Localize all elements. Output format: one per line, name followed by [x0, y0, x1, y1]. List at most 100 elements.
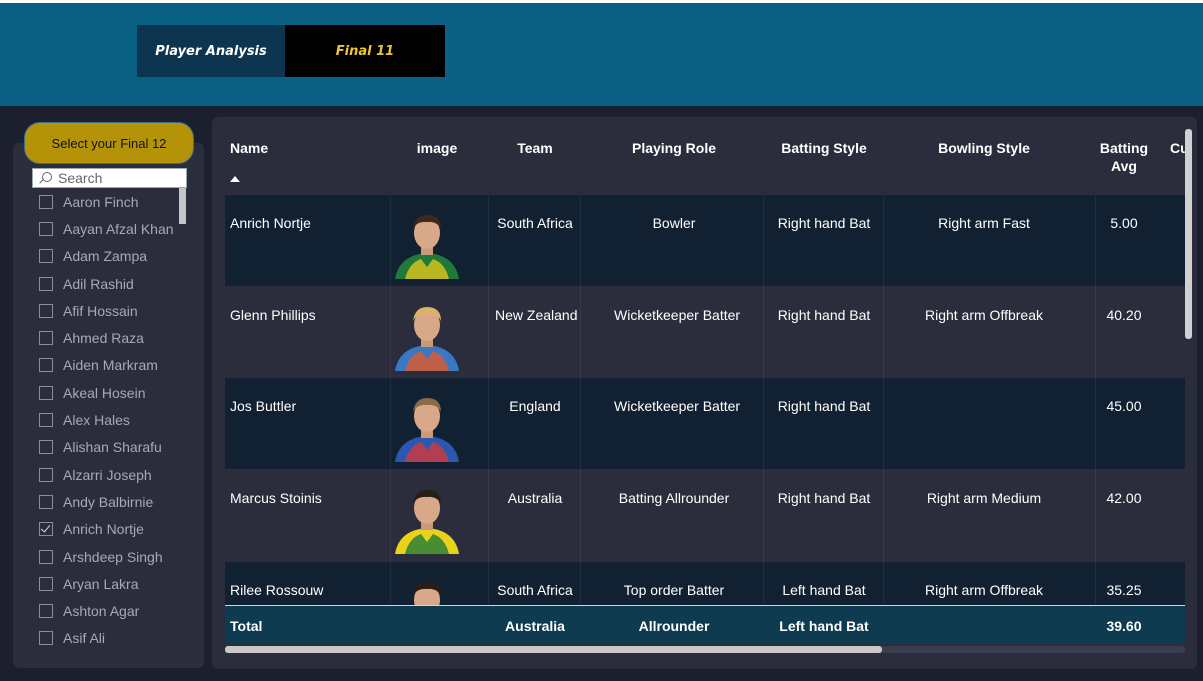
cell-role: Bowler: [652, 215, 696, 231]
column-divider: [488, 561, 489, 605]
table-row[interactable]: Anrich Nortje South Africa Bowler Right han…: [225, 195, 1185, 286]
checkbox[interactable]: [39, 413, 53, 428]
slicer-item-label: Andy Balbirnie: [63, 493, 154, 510]
slicer-item[interactable]: Aayan Afzal Khan: [39, 215, 181, 242]
slicer-item-label: Ahmed Raza: [63, 330, 144, 347]
search-input[interactable]: Search: [32, 168, 187, 188]
header-batting-style[interactable]: Batting Style: [764, 139, 884, 157]
checkbox[interactable]: [39, 467, 53, 482]
slicer-item[interactable]: Adam Zampa: [39, 243, 181, 270]
tab-player-analysis[interactable]: Player Analysis: [137, 25, 285, 77]
column-divider: [580, 561, 581, 605]
player-photo: [395, 306, 459, 371]
cell-batting-avg: 35.25: [1106, 581, 1142, 598]
slicer-item-label: Afif Hossain: [63, 302, 138, 319]
slicer-title: Select your Final 12: [24, 122, 194, 164]
cell-batting-style: Left hand Bat: [782, 581, 866, 598]
total-role: Allrounder: [638, 618, 710, 634]
header-playing-role[interactable]: Playing Role: [614, 139, 734, 157]
slicer-item-label: Aaron Finch: [63, 193, 139, 210]
slicer-item[interactable]: Akeal Hosein: [39, 379, 181, 406]
vertical-scrollbar[interactable]: [1185, 129, 1192, 339]
header-batting-avg[interactable]: Batting Avg: [1084, 139, 1164, 175]
slicer-item[interactable]: Ahmed Raza: [39, 324, 181, 351]
cell-team: New Zealand: [495, 306, 578, 323]
total-batting-style: Left hand Bat: [779, 618, 869, 634]
header-batting-avg-line2: Avg: [1111, 158, 1137, 174]
slicer-item[interactable]: Asif Ali: [39, 625, 181, 652]
slicer-item[interactable]: Andy Balbirnie: [39, 488, 181, 515]
checkbox[interactable]: [39, 303, 53, 318]
table-row[interactable]: Marcus Stoinis Australia Batting Allrounde…: [225, 470, 1185, 562]
slicer-item[interactable]: Aryan Lakra: [39, 570, 181, 597]
slicer-item[interactable]: Alzarri Joseph: [39, 461, 181, 488]
checked-checkbox[interactable]: [39, 522, 53, 537]
table-row[interactable]: Glenn Phillips New Zealand Wicketkeeper Ba…: [225, 286, 1185, 378]
column-divider: [763, 378, 764, 470]
slicer-item[interactable]: Adil Rashid: [39, 270, 181, 297]
column-divider: [883, 286, 884, 378]
slicer-item[interactable]: Anrich Nortje: [39, 516, 181, 543]
cell-role: Batting Allrounder: [618, 490, 730, 507]
checkbox[interactable]: [39, 549, 53, 564]
cell-batting-style: Right hand Bat: [777, 306, 871, 323]
slicer-item[interactable]: Ashton Agar: [39, 597, 181, 624]
search-placeholder: Search: [58, 170, 103, 186]
slicer-scrollbar[interactable]: [179, 188, 186, 224]
checkbox[interactable]: [39, 494, 53, 509]
column-divider: [488, 470, 489, 562]
column-divider: [488, 195, 489, 286]
slicer-item[interactable]: Aaron Finch: [39, 188, 181, 215]
checkbox[interactable]: [39, 440, 53, 455]
cell-bowling-style: Right arm Medium: [926, 490, 1042, 507]
column-divider: [1095, 378, 1096, 470]
cell-role: Wicketkeeper Batter: [614, 398, 741, 415]
header-team[interactable]: Team: [495, 139, 575, 157]
total-batting-avg: 39.60: [1106, 618, 1142, 634]
player-photo: [413, 581, 441, 605]
slicer-item[interactable]: Alex Hales: [39, 406, 181, 433]
cell-role: Wicketkeeper Batter: [614, 306, 741, 323]
slicer-item-label: Adil Rashid: [63, 275, 134, 292]
horizontal-scrollbar[interactable]: [225, 646, 882, 653]
slicer-item[interactable]: Afif Hossain: [39, 297, 181, 324]
checkbox[interactable]: [39, 358, 53, 373]
checkbox[interactable]: [39, 631, 53, 646]
slicer-item-label: Alishan Sharafu: [63, 439, 162, 456]
checkbox[interactable]: [39, 604, 53, 619]
checkbox[interactable]: [39, 194, 53, 209]
checkbox[interactable]: [39, 576, 53, 591]
header-name[interactable]: Name: [230, 139, 268, 157]
column-divider: [763, 470, 764, 562]
slicer-list: Aaron Finch Aayan Afzal Khan Adam Zampa Adi…: [39, 188, 181, 652]
table-body: Name image Team Playing Role Batting Sty…: [212, 117, 1197, 605]
cell-batting-avg: 5.00: [1110, 215, 1138, 231]
cell-role: Top order Batter: [623, 581, 725, 598]
checkbox[interactable]: [39, 331, 53, 346]
column-divider: [1095, 470, 1096, 562]
player-photo: [395, 490, 459, 555]
slicer-item-label: Arshdeep Singh: [63, 548, 163, 565]
table-row[interactable]: Rilee Rossouw South Africa Top order Batte…: [225, 561, 1185, 605]
slicer-item-label: Anrich Nortje: [63, 521, 144, 538]
checkbox[interactable]: [39, 276, 53, 291]
table-row[interactable]: Jos Buttler England Wicketkeeper Batter Rig…: [225, 378, 1185, 470]
slicer-item-label: Aayan Afzal Khan: [63, 220, 174, 237]
cell-bowling-style: Right arm Offbreak: [924, 306, 1043, 323]
cell-name: Rilee Rossouw: [230, 581, 324, 598]
slicer-item[interactable]: Aiden Markram: [39, 352, 181, 379]
slicer-item[interactable]: Alishan Sharafu: [39, 434, 181, 461]
column-divider: [883, 378, 884, 470]
header-bowling-style[interactable]: Bowling Style: [914, 139, 1054, 157]
checkbox[interactable]: [39, 249, 53, 264]
checkbox[interactable]: [39, 385, 53, 400]
slicer-item-label: Alzarri Joseph: [63, 466, 152, 483]
slicer-item-label: Akeal Hosein: [63, 384, 146, 401]
slicer-item-label: Ashton Agar: [63, 603, 140, 620]
header-image[interactable]: image: [407, 139, 467, 157]
tab-final-11[interactable]: Final 11: [285, 25, 445, 77]
checkbox[interactable]: [39, 221, 53, 236]
column-divider: [763, 286, 764, 378]
slicer-item[interactable]: Arshdeep Singh: [39, 543, 181, 570]
sort-ascending-icon[interactable]: [230, 176, 240, 182]
